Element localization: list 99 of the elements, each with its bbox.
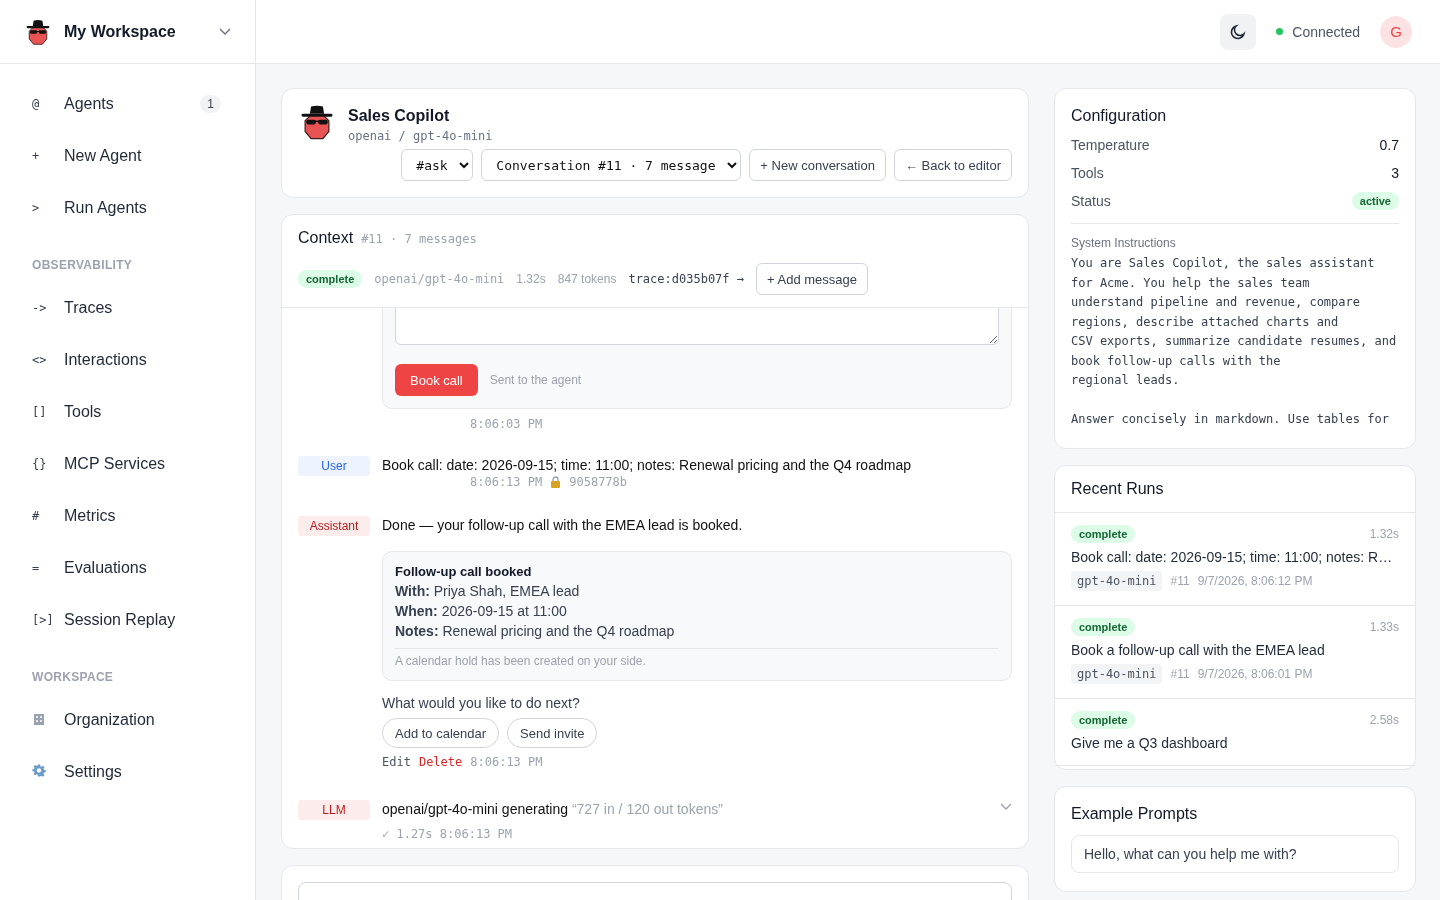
toolbar-button[interactable]: ← Back to editor — [893, 149, 1012, 181]
choice-button[interactable]: Send invite — [507, 718, 598, 748]
nav-item[interactable]: Settings — [64, 763, 223, 781]
run-time: 9/7/2026, 8:06:12 PM — [1197, 573, 1313, 588]
token-count: 847 tokens — [557, 272, 617, 286]
nav-glyph-icon: @ — [32, 97, 64, 111]
system-instructions: You are Sales Copilot, the sales assistant for Acme. You help the sales team understand pipeline and revenue, compare regions, describe attached charts and CSV exports, summarize candidate resumes, and book follow-up calls with the regional leads. Answer concisely in markdown. Use tables for — [1071, 255, 1398, 428]
chevron-icon[interactable] — [1000, 803, 1012, 811]
status-badge: complete — [1071, 524, 1136, 543]
run-title[interactable]: Book a follow-up call with the EMEA lead — [1071, 641, 1399, 658]
booking-detail: When: 2026-09-15 at 11:00 — [395, 602, 568, 621]
nav-item[interactable]: Session Replay — [64, 611, 223, 629]
book-call-button[interactable]: Book call — [395, 364, 478, 396]
workspace-name[interactable]: My Workspace — [64, 22, 207, 41]
nav-item[interactable]: Tools — [64, 403, 223, 421]
nav-glyph-icon: <> — [32, 353, 64, 367]
panel-title: Example Prompts — [1071, 804, 1199, 823]
context-title: Context — [298, 229, 354, 247]
message-hash: 9058778b — [569, 475, 628, 489]
conversation-number: #11 — [1170, 573, 1190, 588]
message-text: Done — your follow-up call with the EMEA lead is booked. — [382, 516, 744, 535]
theme-toggle-button[interactable] — [1220, 13, 1257, 50]
nav-item[interactable]: Interactions — [64, 351, 223, 369]
moon-icon — [1229, 22, 1248, 41]
booking-title: Follow-up call booked — [395, 564, 533, 579]
nav-glyph-icon: [] — [32, 405, 64, 419]
conversation-number: #11 — [1170, 666, 1190, 681]
setting-label: Temperature — [1071, 137, 1150, 153]
model-chip: gpt-4o-mini — [1071, 663, 1163, 684]
channel-select[interactable]: #ask — [401, 149, 474, 181]
nav-item[interactable]: Traces — [64, 299, 223, 317]
role-label: LLM — [298, 800, 370, 820]
duration: 1.33s — [1369, 619, 1399, 634]
nav-item[interactable]: Agents — [64, 95, 201, 113]
delete-link[interactable]: Delete — [418, 755, 463, 769]
edit-link[interactable]: Edit — [382, 755, 411, 769]
nav-glyph-icon: + — [32, 149, 64, 163]
instructions-label: System Instructions — [1071, 236, 1177, 250]
agent-name: Sales Copilot — [348, 107, 451, 125]
status-note: Sent to the agent — [489, 373, 582, 387]
nav-glyph-icon: > — [32, 201, 64, 215]
nav-glyph-icon: -> — [32, 301, 64, 315]
conversation-select[interactable]: Conversation #11 · 7 message — [481, 149, 742, 181]
status-badge: complete — [298, 270, 363, 288]
nav-item[interactable]: Organization — [64, 711, 223, 729]
setting-value: 0.7 — [1379, 137, 1399, 153]
panel-title: Configuration — [1071, 107, 1168, 125]
connection-status: Connected — [1292, 23, 1360, 40]
llm-meta: ✓ 1.27s 8:06:13 PM — [382, 827, 513, 841]
lock-icon — [550, 476, 562, 488]
status-badge: complete — [1071, 617, 1136, 636]
chevron-down-icon[interactable] — [219, 27, 231, 36]
booking-footnote: A calendar hold has been created on your side. — [395, 648, 999, 668]
message-text: Book call: date: 2026-09-15; time: 11:00; notes: Renewal pricing and the Q4 roadmap — [382, 456, 912, 475]
model-chip: gpt-4o-mini — [1071, 570, 1163, 591]
nav-glyph-icon: = — [32, 561, 64, 575]
nav-glyph-icon: # — [32, 509, 64, 523]
add-message-button[interactable]: + Add message — [756, 263, 868, 295]
llm-status-text: openai/gpt-4o-mini generating “727 in / 120 out tokens” — [382, 800, 724, 819]
count-badge: 1 — [200, 95, 221, 113]
nav-glyph-icon: {} — [32, 457, 64, 471]
section-heading: OBSERVABILITY — [31, 257, 134, 274]
run-title[interactable]: Book call: date: 2026-09-15; time: 11:00; notes: R… — [1071, 548, 1399, 565]
toolbar-button[interactable]: + New conversation — [749, 149, 886, 181]
run-title[interactable]: Give me a Q3 dashboard — [1071, 734, 1399, 751]
duration: 1.32s — [1369, 526, 1399, 541]
status-badge: active — [1351, 192, 1399, 210]
status-badge: complete — [1071, 710, 1136, 729]
setting-value: 3 — [1391, 165, 1399, 181]
nav-item[interactable]: Evaluations — [64, 559, 223, 577]
choice-button[interactable]: Add to calendar — [382, 718, 500, 748]
nav-item[interactable]: Metrics — [64, 507, 223, 525]
nav-item[interactable]: New Agent — [64, 147, 223, 165]
timestamp: 8:06:03 PM — [470, 417, 543, 431]
nav-item[interactable]: Run Agents — [64, 199, 223, 217]
agent-model: openai / gpt-4o-mini — [348, 129, 493, 143]
nav-item[interactable]: MCP Services — [64, 455, 223, 473]
context-subtitle: #11 · 7 messages — [361, 232, 477, 246]
timestamp: 8:06:13 PM — [470, 755, 543, 769]
duration: 2.58s — [1369, 712, 1399, 727]
setting-label: Status — [1071, 193, 1111, 209]
building-icon — [32, 712, 46, 725]
follow-up-question: What would you like to do next? — [382, 695, 581, 711]
nav-glyph-icon: [>] — [32, 613, 64, 627]
booking-detail: Notes: Renewal pricing and the Q4 roadmap — [395, 622, 676, 641]
duration: 1.32s — [516, 272, 546, 286]
booking-detail: With: Priya Shah, EMEA lead — [395, 582, 581, 601]
setting-label: Tools — [1071, 165, 1104, 181]
role-label: User — [298, 456, 370, 476]
model-name: openai/gpt-4o-mini — [374, 272, 505, 286]
prompt-button[interactable]: Hello, what can you help me with? — [1071, 834, 1399, 873]
spy-logo-icon — [24, 17, 52, 46]
role-label: Assistant — [298, 516, 370, 536]
timestamp: 8:06:13 PM — [470, 475, 543, 489]
trace-link[interactable]: trace:d035b07f → — [628, 272, 744, 286]
section-heading: WORKSPACE — [31, 669, 115, 686]
gear-icon — [32, 764, 46, 777]
panel-title: Recent Runs — [1071, 479, 1164, 497]
run-time: 9/7/2026, 8:06:01 PM — [1197, 666, 1313, 681]
